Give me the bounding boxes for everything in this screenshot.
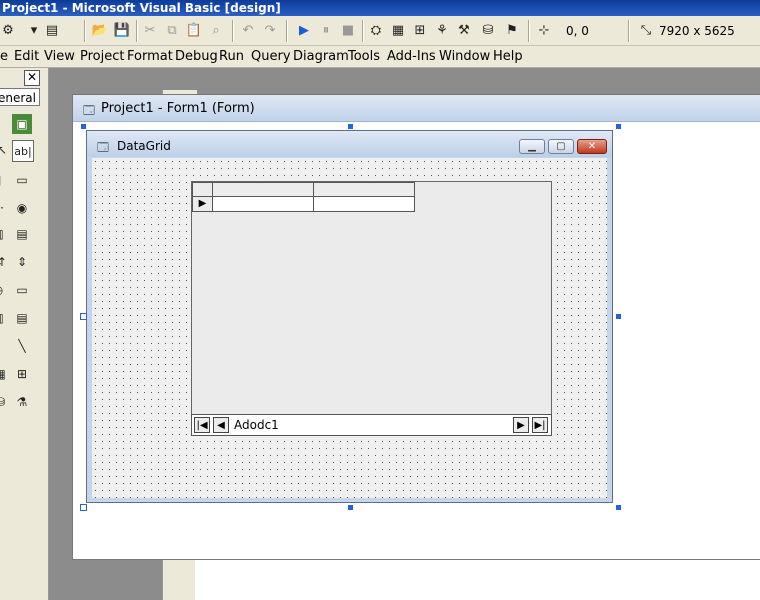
form-window-title: Project1 - Form1 (Form) <box>101 101 255 116</box>
image-tool-icon[interactable]: ▦ <box>0 364 10 384</box>
form-layout-icon[interactable]: ⊞ <box>412 22 428 38</box>
standard-toolbar: ⚙ ▾ ▤ 📂 💾 ✂ ⧉ 📋 ⌕ ↶ ↷ ▶ ⏸ ■ ⛭ ▦ ⊞ ⚘ ⚒ ⛁ … <box>0 16 760 46</box>
timer-tool-icon[interactable]: ◷ <box>0 280 8 300</box>
visual-component-manager-icon[interactable]: ⚑ <box>504 22 520 38</box>
listbox-tool-icon[interactable]: ▤ <box>12 224 32 244</box>
toolbox-close-button[interactable]: ✕ <box>24 70 40 86</box>
break-icon[interactable]: ⏸ <box>318 22 334 38</box>
resize-handle[interactable] <box>615 313 622 320</box>
move-first-button[interactable]: |◀ <box>194 417 210 433</box>
code-window-background <box>195 555 760 600</box>
datagrid-control[interactable]: ▶ <box>191 181 552 415</box>
find-icon[interactable]: ⌕ <box>208 22 224 38</box>
menu-add-ins[interactable]: Add-Ins <box>387 49 436 64</box>
data-view-icon[interactable]: ⛁ <box>480 22 496 38</box>
menu-window[interactable]: Window <box>439 49 490 64</box>
textbox-tool-icon[interactable]: ab| <box>12 140 34 162</box>
menu-bar: e Edit View Project Format Debug Run Que… <box>0 46 760 68</box>
commandbutton-tool-icon[interactable]: ▭ <box>12 170 32 190</box>
start-icon[interactable]: ▶ <box>296 22 312 38</box>
menu-project[interactable]: Project <box>80 49 124 64</box>
cut-icon[interactable]: ✂ <box>142 22 158 38</box>
drivelistbox-tool-icon[interactable]: ▭ <box>12 280 32 300</box>
menu-file[interactable]: e <box>0 49 8 64</box>
move-previous-button[interactable]: ◀ <box>213 417 229 433</box>
shape-tool-icon[interactable]: · <box>0 336 8 356</box>
toolbox-icon[interactable]: ⚒ <box>456 22 472 38</box>
app-title-bar: Project1 - Microsoft Visual Basic [desig… <box>0 0 760 16</box>
form-window-icon: 🗔 <box>83 104 95 117</box>
grid-cell[interactable] <box>313 196 415 212</box>
end-icon[interactable]: ■ <box>340 22 356 38</box>
adodc-control[interactable]: |◀ ◀ Adodc1 ▶ ▶| <box>191 414 552 436</box>
adodc-caption: Adodc1 <box>234 418 279 432</box>
size-icon: ⤡ <box>640 22 652 38</box>
line-tool-icon[interactable]: ╲ <box>12 336 32 356</box>
combobox-tool-icon[interactable]: ▥ <box>0 224 8 244</box>
undo-icon[interactable]: ↶ <box>240 22 256 38</box>
grid-column-header[interactable] <box>313 182 415 197</box>
minimize-button[interactable]: ▁ <box>519 139 545 154</box>
grid-corner-cell <box>192 182 213 197</box>
datagrid-tool-icon[interactable]: · <box>0 418 8 438</box>
grid-column-header[interactable] <box>212 182 314 197</box>
paste-icon[interactable]: 📋 <box>186 22 202 38</box>
menu-query[interactable]: Query <box>251 49 291 64</box>
size-readout: 7920 x 5625 <box>659 24 735 38</box>
grid-cell[interactable] <box>212 196 314 212</box>
properties-window-icon[interactable]: ▦ <box>390 22 406 38</box>
menu-edit[interactable]: Edit <box>14 49 39 64</box>
maximize-button[interactable]: ▢ <box>548 139 574 154</box>
menu-debug[interactable]: Debug <box>175 49 218 64</box>
filelistbox-tool-icon[interactable]: ▤ <box>12 308 32 328</box>
menu-view[interactable]: View <box>44 49 75 64</box>
adodc-tool-icon[interactable]: ⛁ <box>0 392 10 412</box>
project-explorer-icon[interactable]: ⛭ <box>368 22 384 38</box>
form-icon: 🗔 <box>97 141 109 154</box>
optionbutton-tool-icon[interactable]: ◉ <box>12 198 32 218</box>
position-icon: ⊹ <box>538 22 550 38</box>
frame-tool-icon[interactable]: ▯ <box>0 170 8 190</box>
dirlistbox-tool-icon[interactable]: ▥ <box>0 308 8 328</box>
picturebox-tool-icon[interactable]: ▣ <box>12 114 32 134</box>
form-window-title-bar[interactable]: 🗔 Project1 - Form1 (Form) <box>73 95 760 122</box>
save-project-icon[interactable]: 💾 <box>114 22 130 38</box>
copy-icon[interactable]: ⧉ <box>164 22 180 38</box>
move-last-button[interactable]: ▶| <box>532 417 548 433</box>
resize-handle[interactable] <box>615 123 622 130</box>
grid-row-selector-icon[interactable]: ▶ <box>192 196 213 212</box>
menu-tools[interactable]: Tools <box>348 49 380 64</box>
menu-help[interactable]: Help <box>493 49 523 64</box>
checkbox-tool-icon[interactable]: · <box>0 198 12 218</box>
close-button[interactable]: ✕ <box>577 139 607 154</box>
menu-diagram[interactable]: Diagram <box>293 49 349 64</box>
resize-handle[interactable] <box>347 504 354 511</box>
data-tool-icon[interactable]: ⊞ <box>12 364 32 384</box>
toolbox-panel: ✕ eneral ▣ ab| ↖ ▭ ▯ ◉ · ▤ ▥ ⇕ ⇵ ▭ ◷ ▤ ▥… <box>0 68 49 600</box>
toolbox-general-tab[interactable]: eneral <box>0 88 40 106</box>
menu-run[interactable]: Run <box>219 49 244 64</box>
form-caption: DataGrid <box>117 139 171 153</box>
add-project-icon[interactable]: ⚙ <box>0 22 16 38</box>
resize-handle[interactable] <box>615 504 622 511</box>
resize-handle[interactable] <box>80 504 87 511</box>
resize-handle[interactable] <box>347 123 354 130</box>
menu-format[interactable]: Format <box>127 49 173 64</box>
pointer-tool-icon[interactable]: ↖ <box>0 140 12 160</box>
object-browser-icon[interactable]: ⚘ <box>434 22 450 38</box>
add-form-icon[interactable]: ▾ <box>26 22 42 38</box>
position-readout: 0, 0 <box>566 24 589 38</box>
vscrollbar-tool-icon[interactable]: ⇕ <box>12 252 32 272</box>
form-title-bar[interactable]: 🗔 DataGrid ▁ ▢ ✕ <box>87 131 612 157</box>
menu-editor-icon[interactable]: ▤ <box>44 22 60 38</box>
redo-icon[interactable]: ↷ <box>262 22 278 38</box>
resize-handle[interactable] <box>80 313 87 320</box>
move-next-button[interactable]: ▶ <box>513 417 529 433</box>
hscrollbar-tool-icon[interactable]: ⇵ <box>0 252 10 272</box>
resize-handle[interactable] <box>80 123 87 130</box>
open-project-icon[interactable]: 📂 <box>92 22 108 38</box>
ole-tool-icon[interactable]: ⚗ <box>12 392 32 412</box>
